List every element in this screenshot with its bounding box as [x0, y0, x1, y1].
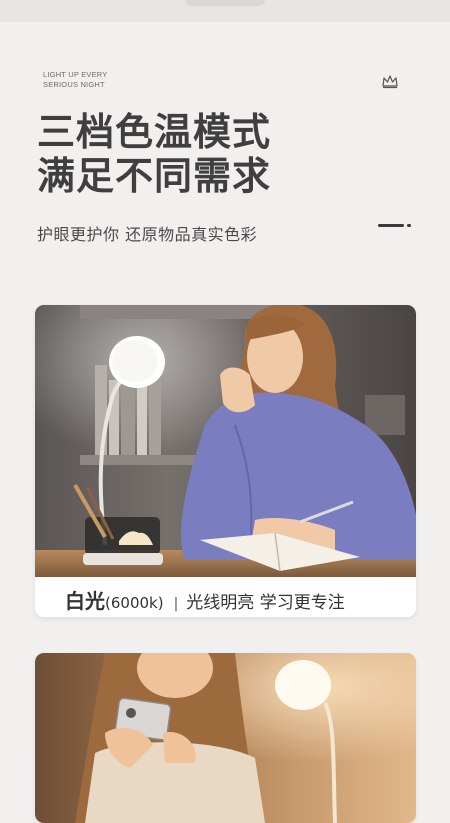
tagline-line-1: LIGHT UP EVERY — [43, 70, 108, 79]
tagline: LIGHT UP EVERY SERIOUS NIGHT — [43, 70, 108, 90]
decor-dot — [407, 224, 411, 227]
mode-label: 白光 — [65, 589, 105, 613]
headline-line-2: 满足不同需求 — [37, 154, 272, 198]
mode-description: 光线明亮 学习更专注 — [186, 593, 345, 613]
top-strip — [0, 0, 450, 22]
warm-light-card — [35, 653, 416, 823]
caption-separator: | — [173, 596, 179, 612]
kelvin-label: (6000k) — [105, 594, 164, 612]
warm-light-photo — [35, 653, 416, 823]
decor-dash — [378, 224, 404, 227]
white-light-photo — [35, 305, 416, 577]
headline: 三档色温模式 满足不同需求 — [37, 110, 271, 198]
crown-icon — [382, 75, 398, 89]
white-light-card: 白光(6000k) | 光线明亮 学习更专注 — [35, 305, 416, 617]
headline-line-1: 三档色温模式 — [37, 110, 272, 154]
tagline-line-2: SERIOUS NIGHT — [43, 80, 105, 89]
caption-text: 白光(6000k) | 光线明亮 学习更专注 — [65, 585, 345, 614]
subline: 护眼更护你 还原物品真实色彩 — [37, 225, 258, 244]
